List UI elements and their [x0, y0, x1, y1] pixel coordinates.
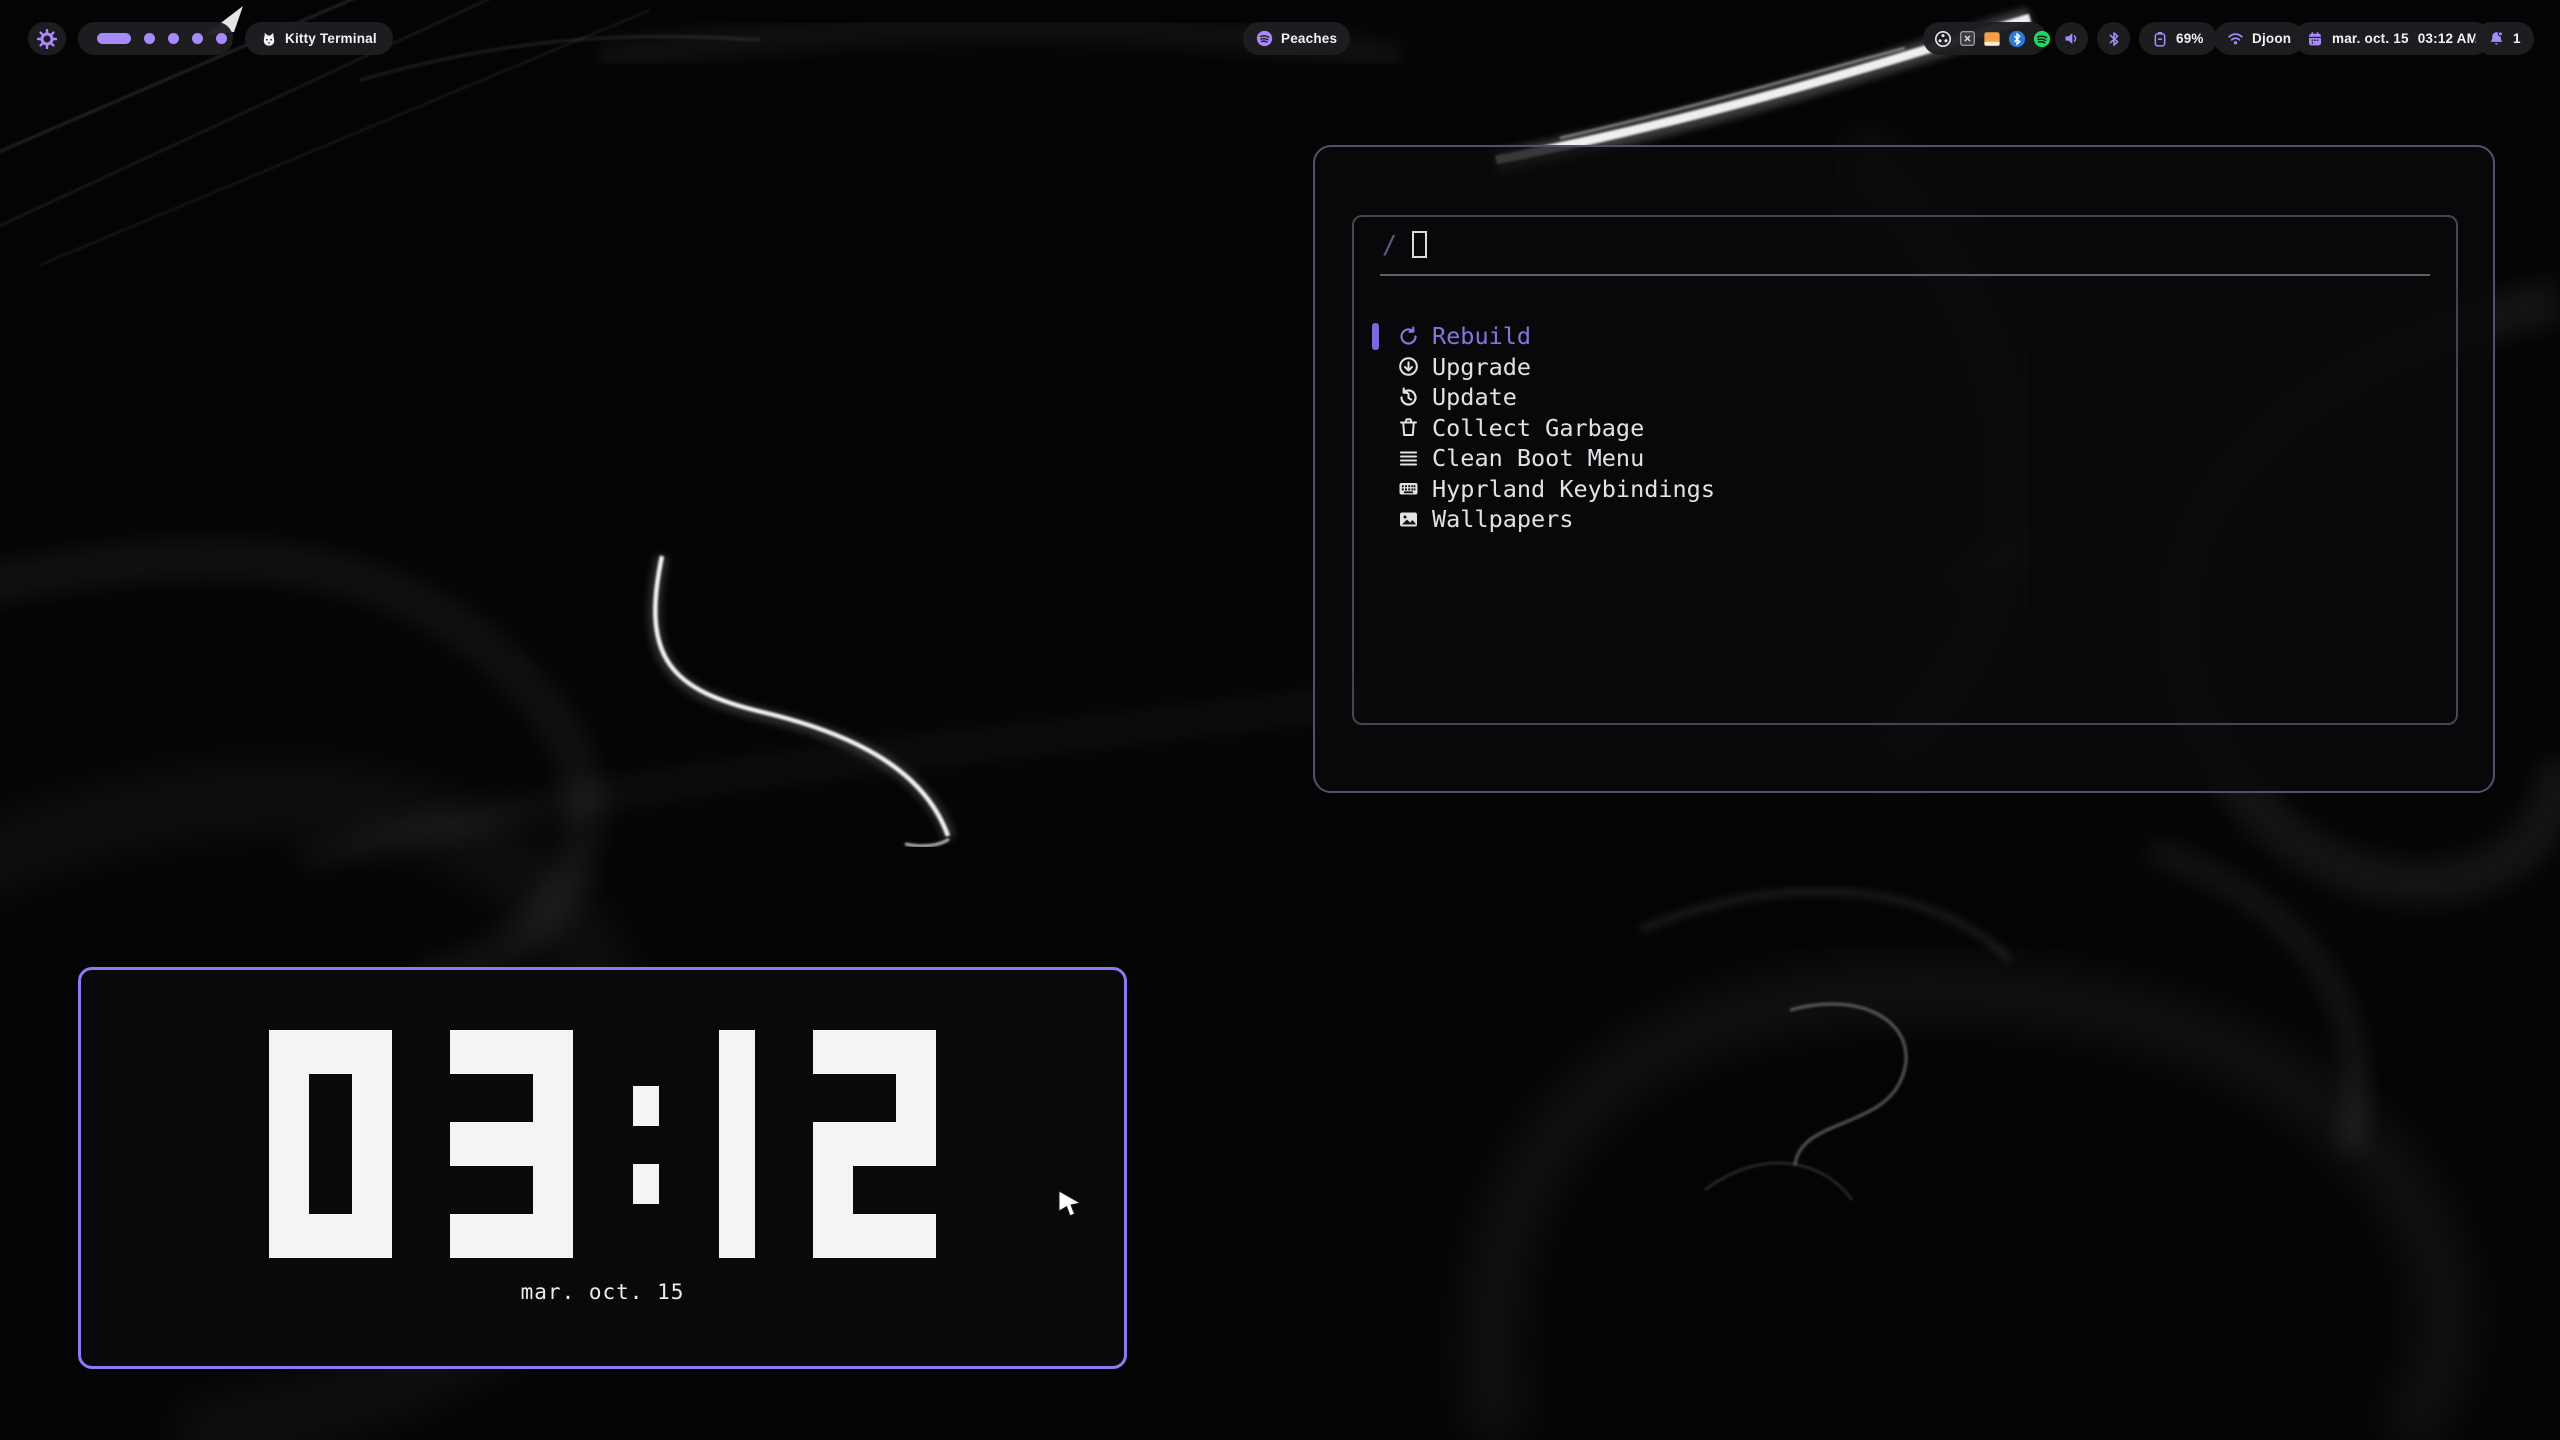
search-divider	[1380, 274, 2430, 276]
selection-indicator	[1372, 323, 1379, 350]
spotify-icon	[1256, 30, 1273, 47]
launcher-panel: / Rebuild Upgrade	[1352, 215, 2458, 725]
desktop: Kitty Terminal Peaches	[0, 0, 2560, 1440]
workspace-dot[interactable]	[216, 33, 227, 44]
launcher-item-label: Update	[1432, 383, 1517, 411]
clock-colon	[631, 1030, 661, 1258]
active-window-title: Kitty Terminal	[285, 31, 377, 46]
image-icon	[1398, 509, 1419, 530]
system-tray	[1923, 22, 2047, 55]
clock-digit	[450, 1030, 573, 1258]
launcher-item-label: Wallpapers	[1432, 505, 1573, 533]
app-launcher: / Rebuild Upgrade	[1313, 145, 2495, 793]
launcher-search[interactable]: /	[1382, 230, 1427, 259]
notification-count: 1	[2513, 31, 2521, 46]
nix-gear-icon	[37, 29, 57, 49]
list-icon	[1398, 448, 1419, 469]
x-app-icon[interactable]	[1959, 30, 1976, 47]
launcher-item-update[interactable]: Update	[1354, 382, 2456, 413]
time-label: 03:12 AM	[2418, 31, 2478, 46]
wifi-icon	[2227, 30, 2244, 47]
workspace-dot[interactable]	[144, 33, 155, 44]
battery-icon	[2152, 31, 2168, 47]
volume-button[interactable]	[2055, 22, 2088, 55]
launcher-item-label: Upgrade	[1432, 353, 1531, 381]
launcher-item-collect-garbage[interactable]: Collect Garbage	[1354, 413, 2456, 444]
battery-pill[interactable]: 69%	[2139, 22, 2217, 55]
bluetooth-icon	[2106, 31, 2122, 47]
obs-icon[interactable]	[1934, 30, 1952, 48]
notifications-pill[interactable]: 1	[2475, 22, 2534, 55]
nix-menu-button[interactable]	[28, 22, 66, 55]
keyboard-icon	[1398, 478, 1419, 499]
spotify-icon[interactable]	[2033, 30, 2051, 48]
workspaces-pill	[78, 22, 233, 55]
clock-digit	[813, 1030, 936, 1258]
history-icon	[1398, 387, 1419, 408]
active-window-pill[interactable]: Kitty Terminal	[245, 22, 393, 55]
workspace-active-pill[interactable]	[97, 33, 131, 44]
workspace-dot[interactable]	[168, 33, 179, 44]
wifi-ssid: Djoon	[2252, 31, 2291, 46]
workspace-indicators	[78, 33, 246, 44]
launcher-item-hyprland-keybindings[interactable]: Hyprland Keybindings	[1354, 474, 2456, 505]
date-label: mar. oct. 15	[2332, 31, 2409, 46]
kitty-cat-icon	[261, 31, 277, 47]
rotate-cw-icon	[1398, 326, 1419, 347]
clock-digit	[719, 1030, 755, 1258]
clock-digit	[269, 1030, 392, 1258]
workspace-dot[interactable]	[192, 33, 203, 44]
mouse-cursor	[1058, 1190, 1082, 1218]
clock-widget: mar. oct. 15	[78, 967, 1127, 1369]
clock-time-display	[269, 1030, 936, 1258]
launcher-item-wallpapers[interactable]: Wallpapers	[1354, 504, 2456, 535]
launcher-item-label: Collect Garbage	[1432, 414, 1644, 442]
launcher-item-rebuild[interactable]: Rebuild	[1354, 321, 2456, 352]
bell-icon	[2488, 30, 2505, 47]
launcher-item-label: Clean Boot Menu	[1432, 444, 1644, 472]
arrow-down-circle-icon	[1398, 356, 1419, 377]
search-prompt: /	[1382, 230, 1397, 259]
calendar-icon	[2307, 31, 2323, 47]
media-track-label: Peaches	[1281, 31, 1337, 46]
bluetooth-button[interactable]	[2097, 22, 2130, 55]
media-player-pill[interactable]: Peaches	[1243, 22, 1350, 55]
launcher-menu: Rebuild Upgrade Update	[1354, 321, 2456, 535]
launcher-item-label: Rebuild	[1432, 322, 1531, 350]
network-pill[interactable]: Djoon	[2214, 22, 2304, 55]
trash-icon	[1398, 417, 1419, 438]
datetime-pill[interactable]: mar. oct. 15 03:12 AM	[2294, 22, 2491, 55]
text-cursor	[1412, 231, 1427, 258]
clock-date: mar. oct. 15	[521, 1280, 685, 1304]
battery-percent: 69%	[2176, 31, 2204, 46]
launcher-item-upgrade[interactable]: Upgrade	[1354, 352, 2456, 383]
files-icon[interactable]	[1983, 30, 2001, 48]
speaker-icon	[2063, 30, 2080, 47]
top-bar: Kitty Terminal Peaches	[0, 0, 2560, 64]
launcher-item-label: Hyprland Keybindings	[1432, 475, 1715, 503]
bluetooth-icon[interactable]	[2008, 30, 2026, 48]
launcher-item-clean-boot-menu[interactable]: Clean Boot Menu	[1354, 443, 2456, 474]
